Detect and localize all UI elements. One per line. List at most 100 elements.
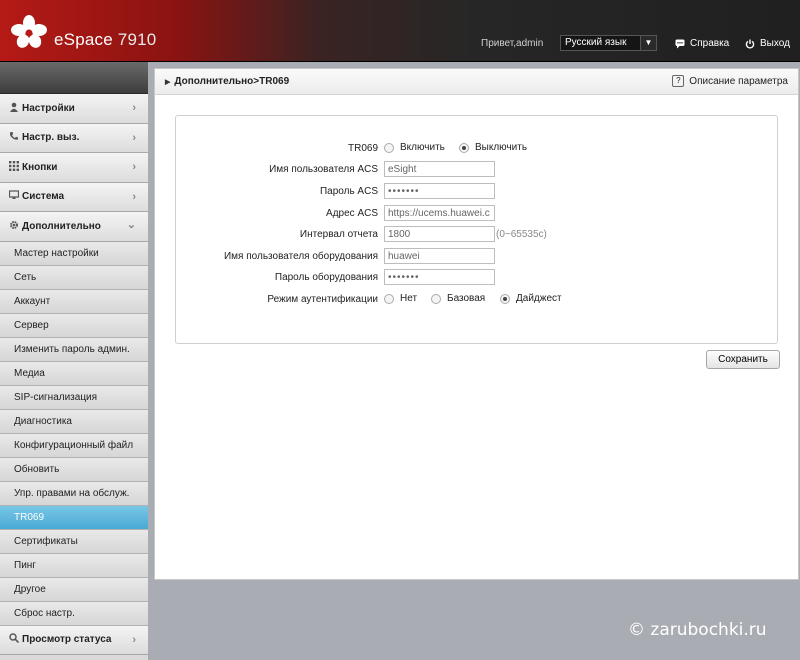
tr069-label: TR069	[347, 143, 378, 154]
radio-icon	[384, 142, 394, 153]
language-select[interactable]: Русский язык ▼	[560, 35, 657, 51]
help-link[interactable]: Справка	[675, 38, 729, 49]
radio-label: Нет	[400, 293, 418, 304]
sidebar-header	[0, 62, 148, 94]
param-description-link[interactable]: ? Описание параметра	[672, 75, 788, 87]
brand-name: eSpace	[54, 30, 113, 49]
acs-address-row: Адрес ACS https://ucems.huawei.c	[176, 205, 779, 221]
sidebar-item-label: SIP-сигнализация	[14, 391, 98, 403]
auth-mode-row: Режим аутентификации Нет Базовая Дайджес…	[176, 291, 779, 307]
sidebar-item-label: Медиа	[14, 367, 45, 379]
sidebar-section-system[interactable]: Система ›	[0, 182, 148, 212]
sidebar-item-label: Сеть	[14, 271, 37, 283]
sidebar-item-sip-signaling[interactable]: SIP-сигнализация	[0, 385, 148, 410]
sidebar-item-account[interactable]: Аккаунт	[0, 289, 148, 314]
sidebar-item-tr069[interactable]: TR069	[0, 505, 148, 530]
logo-icon	[11, 15, 47, 48]
breadcrumb: ▶ Дополнительно>TR069	[165, 76, 289, 87]
acs-address-input[interactable]: https://ucems.huawei.c	[384, 205, 495, 221]
acs-password-input[interactable]: •••••••	[384, 183, 495, 199]
sidebar-item-network[interactable]: Сеть	[0, 265, 148, 290]
help-label: Справка	[690, 38, 730, 49]
sidebar-item-certificates[interactable]: Сертификаты	[0, 529, 148, 554]
chevron-down-icon: ⌄	[126, 219, 136, 231]
acs-user-input[interactable]: eSight	[384, 161, 495, 177]
phone-icon	[8, 131, 20, 144]
logout-link[interactable]: Выход	[745, 38, 790, 49]
sidebar-section-label: Просмотр статуса	[22, 634, 112, 646]
sidebar-item-media[interactable]: Медиа	[0, 361, 148, 386]
user-icon	[8, 102, 20, 115]
auth-digest-radio[interactable]: Дайджест	[500, 293, 562, 304]
acs-address-label: Адрес ACS	[326, 208, 378, 219]
sidebar-item-label: Мастер настройки	[14, 247, 99, 259]
device-password-input[interactable]: •••••••	[384, 269, 495, 285]
radio-label: Дайджест	[516, 293, 562, 304]
chevron-right-icon: ›	[132, 102, 136, 114]
device-password-label: Пароль оборудования	[274, 272, 378, 283]
auth-basic-radio[interactable]: Базовая	[431, 293, 485, 304]
sidebar-section-buttons[interactable]: Кнопки ›	[0, 153, 148, 183]
acs-password-label: Пароль ACS	[319, 186, 378, 197]
chevron-right-icon: ›	[132, 161, 136, 173]
report-interval-hint: (0~65535с)	[496, 229, 547, 240]
acs-user-row: Имя пользователя ACS eSight	[176, 161, 779, 177]
content-toolbar: ▶ Дополнительно>TR069 ? Описание парамет…	[155, 69, 798, 95]
sidebar-item-label: Сброс настр.	[14, 607, 75, 619]
keypad-icon	[8, 160, 20, 174]
sidebar-item-label: Конфигурационный файл	[14, 439, 134, 451]
sidebar-section-label: Дополнительно	[22, 220, 101, 232]
sidebar: Настройки › Настр. выз. › Кнопки › Систе…	[0, 62, 148, 660]
save-button[interactable]: Сохранить	[706, 350, 780, 369]
report-interval-label: Интервал отчета	[299, 229, 378, 240]
device-password-row: Пароль оборудования •••••••	[176, 269, 779, 285]
brand-title: eSpace 7910	[54, 30, 156, 50]
sidebar-item-label: Изменить пароль админ.	[14, 343, 130, 355]
device-user-row: Имя пользователя оборудования huawei	[176, 248, 779, 264]
logout-label: Выход	[760, 38, 790, 49]
sidebar-section-settings[interactable]: Настройки ›	[0, 94, 148, 124]
chat-bubble-icon	[675, 39, 685, 48]
report-interval-row: Интервал отчета 1800 (0~65535с)	[176, 226, 779, 242]
tr069-enable-radio[interactable]: Включить	[384, 142, 445, 153]
device-user-label: Имя пользователя оборудования	[223, 251, 378, 262]
sidebar-section-advanced[interactable]: Дополнительно ⌄	[0, 212, 148, 242]
sidebar-section-label: Настр. выз.	[22, 132, 80, 144]
sidebar-item-server[interactable]: Сервер	[0, 313, 148, 338]
tr069-disable-radio[interactable]: Выключить	[459, 142, 527, 153]
sidebar-section-label: Настройки	[22, 102, 75, 114]
tr069-row: TR069 Включить Выключить	[176, 140, 779, 156]
sidebar-item-ping[interactable]: Пинг	[0, 553, 148, 578]
top-header: eSpace 7910 Привет,admin Русский язык ▼ …	[0, 0, 800, 62]
sidebar-item-update[interactable]: Обновить	[0, 457, 148, 482]
watermark-text: © zarubochki.ru	[628, 620, 767, 640]
sidebar-item-label: Диагностика	[14, 415, 72, 427]
gear-icon	[8, 220, 20, 233]
chevron-right-icon: ›	[132, 633, 136, 646]
report-interval-input[interactable]: 1800	[384, 226, 495, 242]
sidebar-item-label: Обновить	[14, 463, 60, 475]
greeting-text: Привет,admin	[481, 38, 544, 49]
sidebar-item-label: Аккаунт	[14, 295, 51, 307]
radio-checked-icon	[500, 293, 510, 304]
radio-label: Включить	[400, 142, 445, 153]
sidebar-item-label: TR069	[14, 511, 45, 523]
sidebar-item-reset[interactable]: Сброс настр.	[0, 601, 148, 626]
language-value: Русский язык	[565, 37, 627, 48]
sidebar-item-config-file[interactable]: Конфигурационный файл	[0, 433, 148, 458]
tr069-form: TR069 Включить Выключить Имя пользовател…	[175, 115, 778, 344]
sidebar-item-service-rights[interactable]: Упр. правами на обслуж.	[0, 481, 148, 506]
sidebar-item-change-admin-password[interactable]: Изменить пароль админ.	[0, 337, 148, 362]
radio-icon	[431, 293, 441, 304]
sidebar-item-other[interactable]: Другое	[0, 577, 148, 602]
sidebar-section-status[interactable]: Просмотр статуса ›	[0, 625, 148, 655]
device-user-input[interactable]: huawei	[384, 248, 495, 264]
sidebar-item-setup-wizard[interactable]: Мастер настройки	[0, 241, 148, 266]
chevron-right-icon: ›	[132, 190, 136, 203]
power-icon	[745, 39, 755, 49]
sidebar-section-call-settings[interactable]: Настр. выз. ›	[0, 123, 148, 153]
sidebar-item-diagnostics[interactable]: Диагностика	[0, 409, 148, 434]
auth-none-radio[interactable]: Нет	[384, 293, 417, 304]
sidebar-item-label: Сервер	[14, 319, 49, 331]
param-description-label: Описание параметра	[689, 75, 788, 87]
